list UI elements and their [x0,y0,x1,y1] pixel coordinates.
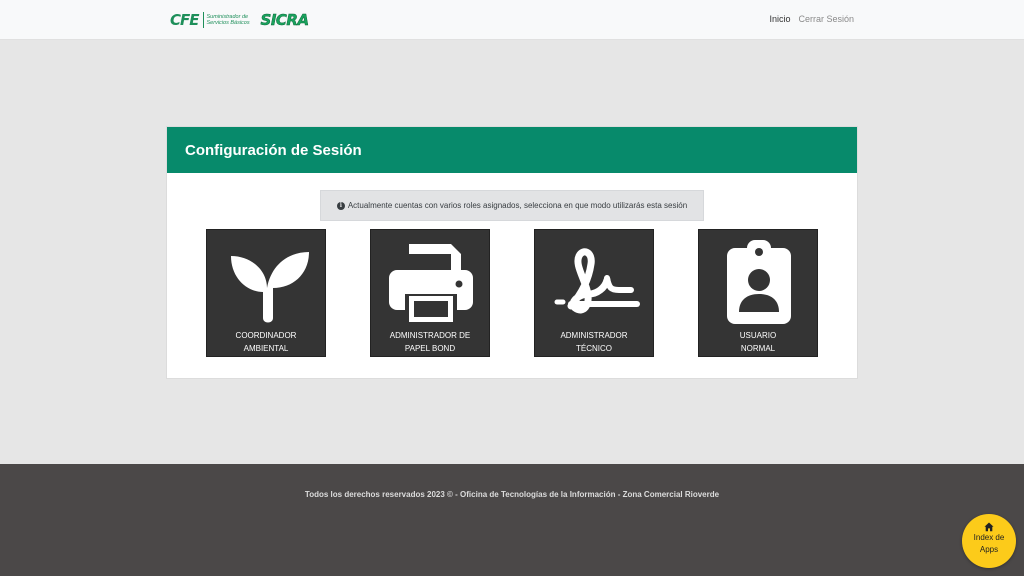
brand-logo[interactable]: CFE Suministrador de Servicios Básicos S… [170,10,309,30]
logo-divider [202,12,204,28]
printer-icon [389,244,473,324]
seedling-icon [231,252,309,323]
logo-subtitle: Suministrador de Servicios Básicos [207,14,257,27]
page-footer: Todos los derechos reservados 2023 © - O… [0,464,1024,576]
logo-subtitle-line-1: Suministrador de [206,13,249,20]
session-config-card: Configuración de Sesión i Actualmente cu… [166,126,858,379]
role-label-line-2: TÉCNICO [576,344,612,353]
nav-link-cerrar-sesion[interactable]: Cerrar Sesión [798,14,854,24]
nav-links: Inicio Cerrar Sesión [769,14,854,24]
fab-label: Index de Apps [962,532,1016,556]
role-administrador-tecnico[interactable]: ADMINISTRADOR TÉCNICO [534,229,654,357]
sicra-logo: SICRA [260,11,309,30]
role-administrador-papel-bond[interactable]: ADMINISTRADOR DE PAPEL BOND [370,229,490,357]
role-label: COORDINADOR AMBIENTAL [207,329,325,355]
role-usuario-normal[interactable]: USUARIO NORMAL [698,229,818,357]
top-navbar: CFE Suministrador de Servicios Básicos S… [0,0,1024,40]
role-label: ADMINISTRADOR DE PAPEL BOND [371,329,489,355]
alert-text: Actualmente cuentas con varios roles asi… [347,201,688,210]
index-apps-button[interactable]: Index de Apps [962,514,1016,568]
fab-label-line-1: Index de [973,533,1005,542]
nav-link-inicio[interactable]: Inicio [769,14,790,24]
role-label-line-1: COORDINADOR [235,331,297,340]
roles-info-alert: i Actualmente cuentas con varios roles a… [320,190,704,221]
role-label-line-2: AMBIENTAL [243,344,289,353]
role-label-line-2: NORMAL [740,344,776,353]
home-icon [984,522,994,532]
card-title: Configuración de Sesión [185,142,362,159]
id-badge-icon [727,240,791,324]
footer-copyright: Todos los derechos reservados 2023 © - O… [304,490,720,499]
cfe-logo: CFE [170,11,199,29]
info-circle-icon: i [336,201,345,210]
logo-subtitle-line-2: Servicios Básicos [206,20,250,26]
card-header: Configuración de Sesión [167,127,857,173]
role-label-line-1: ADMINISTRADOR DE [389,331,471,340]
role-label-line-1: USUARIO [739,331,777,340]
role-label: ADMINISTRADOR TÉCNICO [535,329,653,355]
fab-label-line-2: Apps [979,545,999,554]
role-coordinador-ambiental[interactable]: COORDINADOR AMBIENTAL [206,229,326,357]
role-label-line-2: PAPEL BOND [404,344,456,353]
role-label-line-1: ADMINISTRADOR [560,331,628,340]
signature-icon [554,248,640,314]
role-label: USUARIO NORMAL [699,329,817,355]
